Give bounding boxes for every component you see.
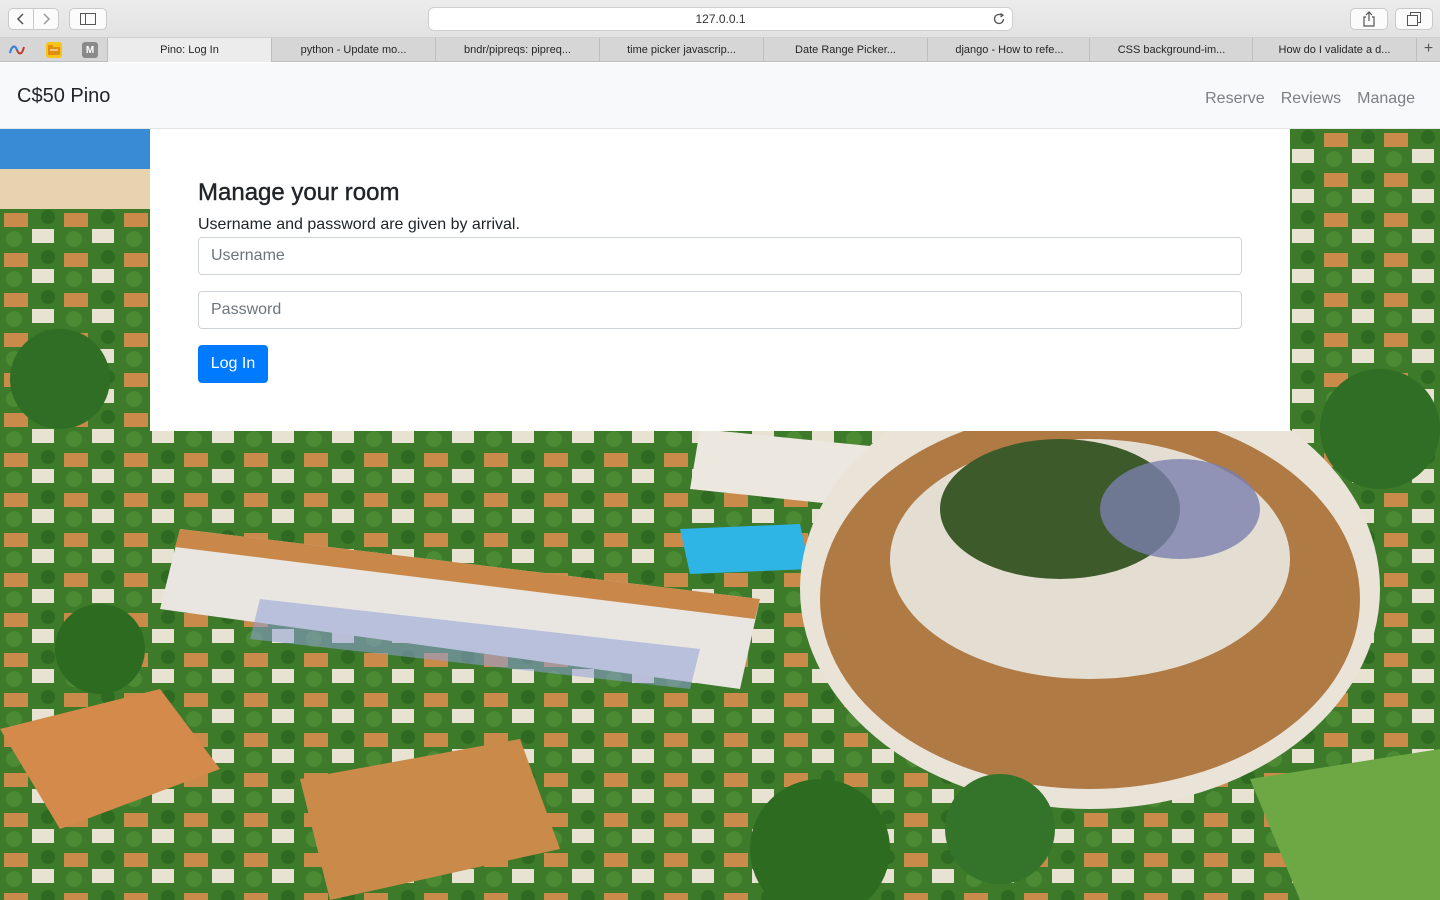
tab-bar: M Pino: Log In python - Update mo... bnd… [0,38,1440,62]
chevron-right-icon [43,13,51,25]
show-tabs-button[interactable] [1395,8,1433,30]
login-card: Manage your room Username and password a… [150,129,1290,431]
tab-time-picker[interactable]: time picker javascrip... [599,38,763,62]
sidebar-icon [80,13,96,25]
nav-link-reserve[interactable]: Reserve [1205,90,1265,108]
nav-links: Reserve Reviews Manage [1205,90,1415,108]
bookmark-favicon-2[interactable] [46,42,62,58]
reload-icon[interactable] [992,12,1006,26]
back-button[interactable] [8,8,34,30]
tab-python-update[interactable]: python - Update mo... [271,38,435,62]
share-button[interactable] [1350,8,1388,30]
forward-button[interactable] [33,8,59,30]
sidebar-toggle-button[interactable] [69,8,107,30]
browser-toolbar: 127.0.0.1 [0,0,1440,38]
address-bar[interactable]: 127.0.0.1 [428,7,1013,31]
tab-date-range-picker[interactable]: Date Range Picker... [763,38,927,62]
tab-pipreqs[interactable]: bndr/pipreqs: pipreq... [435,38,599,62]
brand-logo-text[interactable]: C$50 Pino [17,85,110,108]
url-text: 127.0.0.1 [695,12,746,26]
nav-link-reviews[interactable]: Reviews [1281,90,1341,108]
page-title: Manage your room [198,179,400,206]
tabs-overview-icon [1407,12,1421,26]
password-input[interactable] [198,291,1242,329]
page-viewport: C$50 Pino Reserve Reviews Manage Manage … [0,63,1440,900]
nav-link-manage[interactable]: Manage [1357,90,1415,108]
bookmark-favicon-3[interactable]: M [82,42,98,58]
tab-validate[interactable]: How do I validate a d... [1252,38,1416,62]
site-navbar: C$50 Pino Reserve Reviews Manage [0,63,1440,129]
login-instructions: Username and password are given by arriv… [198,216,520,233]
new-tab-button[interactable]: + [1416,38,1440,62]
wave-logo-icon [9,45,25,55]
chevron-left-icon [16,13,24,25]
bookmark-favicon-1[interactable] [9,42,25,58]
folder-icon [48,45,60,55]
tab-pino-login[interactable]: Pino: Log In [107,38,271,62]
share-icon [1363,11,1375,27]
login-button[interactable]: Log In [198,345,268,383]
username-input[interactable] [198,237,1242,275]
tab-css-background[interactable]: CSS background-im... [1089,38,1253,62]
tab-django[interactable]: django - How to refe... [927,38,1091,62]
